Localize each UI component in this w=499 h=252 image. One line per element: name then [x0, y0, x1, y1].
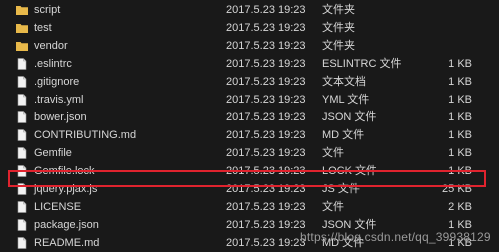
file-name: .eslintrc [34, 57, 72, 70]
file-size: 1 KB [448, 111, 472, 124]
file-date: 2017.5.23 19:23 [226, 111, 306, 124]
file-type: 文件 [322, 147, 344, 160]
file-name: Gemfile [34, 147, 72, 160]
file-type: YML 文件 [322, 93, 370, 106]
file-row[interactable]: CONTRIBUTING.md 2017.5.23 19:23 MD 文件 1 KB [0, 126, 499, 144]
file-row[interactable]: LICENSE 2017.5.23 19:23 文件 2 KB [0, 198, 499, 216]
file-name: bower.json [34, 111, 87, 124]
folder-icon [16, 22, 28, 34]
file-icon [16, 147, 28, 159]
file-type: 文件夹 [322, 4, 355, 16]
file-name: README.md [34, 236, 100, 249]
file-size: 1 KB [448, 147, 472, 160]
file-name: vendor [34, 39, 68, 52]
file-type: 文件夹 [322, 39, 355, 52]
file-icon [16, 111, 28, 124]
file-date: 2017.5.23 19:23 [226, 93, 306, 106]
file-type: 文件夹 [322, 21, 355, 34]
file-size: 1 KB [448, 129, 472, 142]
file-size: 2 KB [448, 200, 472, 213]
file-row[interactable]: .eslintrc 2017.5.23 19:23 ESLINTRC 文件 1 KB [0, 55, 499, 73]
file-row[interactable]: .gitignore 2017.5.23 19:23 文本文档 1 KB [0, 73, 499, 91]
file-date: 2017.5.23 19:23 [226, 236, 306, 249]
file-name: CONTRIBUTING.md [34, 129, 137, 142]
folder-icon [16, 40, 28, 52]
file-date: 2017.5.23 19:23 [226, 21, 306, 34]
file-row[interactable]: .travis.yml 2017.5.23 19:23 YML 文件 1 KB [0, 91, 499, 109]
file-date: 2017.5.23 19:23 [226, 57, 306, 70]
highlight-box [8, 170, 486, 187]
file-row[interactable]: vendor 2017.5.23 19:23 文件夹 [0, 37, 499, 55]
file-date: 2017.5.23 19:23 [226, 200, 306, 213]
file-list: script 2017.5.23 19:23 文件夹 test 2017.5.23 19… [0, 0, 499, 250]
file-date: 2017.5.23 19:23 [226, 4, 306, 16]
file-icon [16, 236, 28, 249]
file-type: ESLINTRC 文件 [322, 57, 402, 70]
file-name: .travis.yml [34, 93, 84, 106]
file-icon [16, 201, 28, 213]
file-icon [16, 129, 28, 142]
file-row[interactable]: bower.json 2017.5.23 19:23 JSON 文件 1 KB [0, 108, 499, 126]
file-size: 1 KB [448, 75, 472, 88]
file-size: 1 KB [448, 57, 472, 70]
file-date: 2017.5.23 19:23 [226, 75, 306, 88]
watermark: https://blog.csdn.net/qq_39938129 [300, 230, 491, 244]
file-icon [16, 57, 28, 70]
file-date: 2017.5.23 19:23 [226, 147, 306, 160]
file-type: 文本文档 [322, 75, 366, 88]
file-icon [16, 93, 28, 106]
file-row[interactable]: script 2017.5.23 19:23 文件夹 [0, 1, 499, 19]
file-icon [16, 75, 28, 88]
file-name: script [34, 4, 61, 16]
file-type: JSON 文件 [322, 111, 377, 124]
file-name: test [34, 21, 52, 34]
file-date: 2017.5.23 19:23 [226, 218, 306, 231]
file-date: 2017.5.23 19:23 [226, 39, 306, 52]
file-icon [16, 218, 28, 231]
file-name: LICENSE [34, 200, 82, 213]
file-row[interactable]: Gemfile 2017.5.23 19:23 文件 1 KB [0, 144, 499, 162]
file-date: 2017.5.23 19:23 [226, 129, 306, 142]
file-type: 文件 [322, 200, 344, 213]
file-type: MD 文件 [322, 129, 365, 142]
file-row[interactable]: test 2017.5.23 19:23 文件夹 [0, 19, 499, 37]
file-name: .gitignore [34, 75, 80, 88]
file-size: 1 KB [448, 93, 472, 106]
file-name: package.json [34, 218, 99, 231]
folder-icon [16, 4, 28, 16]
